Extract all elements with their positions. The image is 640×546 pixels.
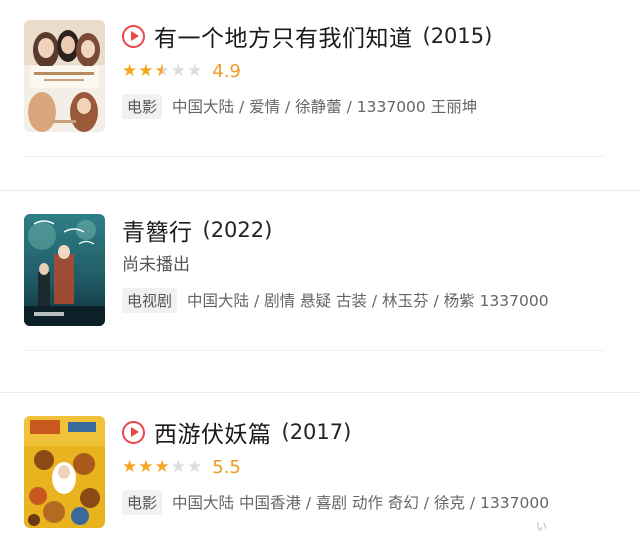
star-half-icon: ★ — [154, 60, 170, 81]
type-tag: 电影 — [122, 93, 163, 119]
movie-title-row[interactable]: 西游伏妖篇 (2017) — [122, 414, 610, 450]
rating-score: 4.9 — [212, 60, 241, 82]
meta-row: 电影 中国大陆 中国香港 / 喜剧 动作 奇幻 / 徐克 / 1337000 — [122, 486, 610, 518]
movie-year: (2015) — [422, 24, 493, 48]
movie-poster[interactable] — [24, 20, 105, 132]
star-full-icon: ★ — [154, 456, 170, 477]
star-empty-icon: ★ — [187, 456, 203, 477]
release-status: 尚未播出 — [122, 255, 190, 275]
movie-meta: 中国大陆 中国香港 / 喜剧 动作 奇幻 / 徐克 / 1337000 — [172, 494, 550, 512]
movie-title[interactable]: 西游伏妖篇 — [154, 415, 272, 449]
movie-title-row[interactable]: 青簪行 (2022) — [122, 212, 610, 248]
star-rating: ★ ★ ★ ★ ★ — [122, 60, 203, 81]
type-tag: 电影 — [122, 489, 163, 515]
play-icon[interactable] — [122, 420, 145, 444]
meta-row: 电影 中国大陆 / 爱情 / 徐静蕾 / 1337000 王丽坤 — [122, 90, 610, 122]
movie-year: (2017) — [281, 420, 352, 444]
movie-poster[interactable] — [24, 416, 105, 528]
star-full-icon: ★ — [138, 60, 154, 81]
star-empty-icon: ★ — [170, 60, 186, 81]
star-full-icon: ★ — [122, 60, 138, 81]
star-rating: ★ ★ ★ ★ ★ — [122, 456, 203, 477]
movie-item[interactable]: 青簪行 (2022) 尚未播出 电视剧 中国大陆 / 剧情 悬疑 古装 / 林玉… — [0, 190, 640, 392]
movie-title[interactable]: 青簪行 — [122, 213, 193, 247]
rating-score: 5.5 — [212, 456, 241, 478]
divider — [24, 350, 604, 351]
movie-year: (2022) — [202, 218, 273, 242]
movie-title[interactable]: 有一个地方只有我们知道 — [154, 19, 413, 53]
scroll-indicator-icon: ぃ — [534, 519, 548, 534]
divider — [24, 156, 604, 157]
star-full-icon: ★ — [138, 456, 154, 477]
movie-item[interactable]: 有一个地方只有我们知道 (2015) ★ ★ ★ ★ ★ 4.9 电影 中国大陆… — [0, 0, 640, 190]
movie-meta: 中国大陆 / 剧情 悬疑 古装 / 林玉芬 / 杨紫 1337000 — [187, 292, 549, 310]
star-empty-icon: ★ — [187, 60, 203, 81]
rating-row: ★ ★ ★ ★ ★ 5.5 — [122, 452, 610, 482]
type-tag: 电视剧 — [122, 287, 178, 313]
rating-row: ★ ★ ★ ★ ★ 4.9 — [122, 56, 610, 86]
meta-row: 电视剧 中国大陆 / 剧情 悬疑 古装 / 林玉芬 / 杨紫 1337000 — [122, 284, 610, 316]
star-full-icon: ★ — [122, 456, 138, 477]
movie-poster[interactable] — [24, 214, 105, 326]
movie-result-list: 有一个地方只有我们知道 (2015) ★ ★ ★ ★ ★ 4.9 电影 中国大陆… — [0, 0, 640, 546]
movie-meta: 中国大陆 / 爱情 / 徐静蕾 / 1337000 王丽坤 — [172, 98, 478, 116]
star-empty-icon: ★ — [170, 456, 186, 477]
movie-title-row[interactable]: 有一个地方只有我们知道 (2015) — [122, 18, 610, 54]
play-icon[interactable] — [122, 24, 145, 48]
